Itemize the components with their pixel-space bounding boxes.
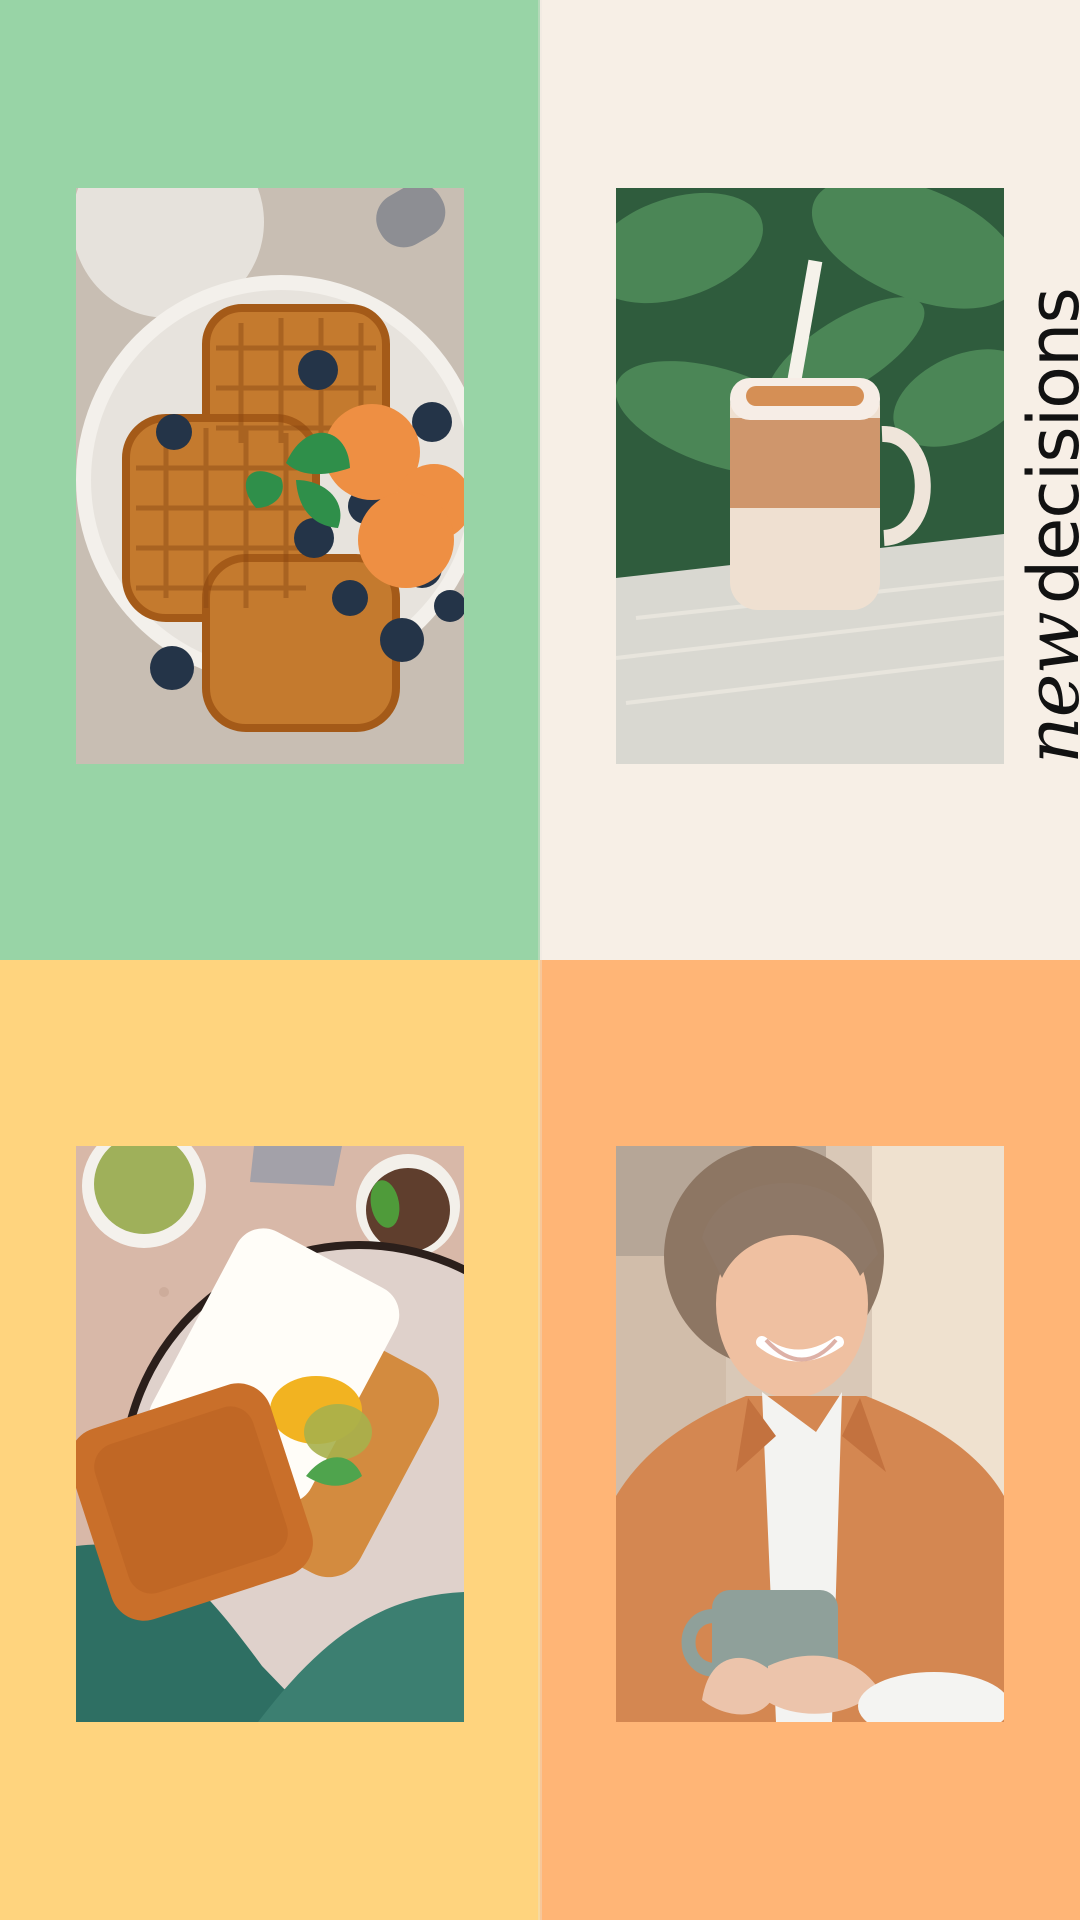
center-divider <box>538 0 542 1920</box>
headline-main-word: decisions <box>1013 288 1080 605</box>
iced-coffee-photo <box>616 188 1004 764</box>
toast-photo <box>76 1146 464 1722</box>
woman-photo <box>616 1146 1004 1722</box>
headline: new decisions <box>1010 288 1080 764</box>
headline-script-word: new <box>1010 612 1080 764</box>
waffles-photo <box>76 188 464 764</box>
